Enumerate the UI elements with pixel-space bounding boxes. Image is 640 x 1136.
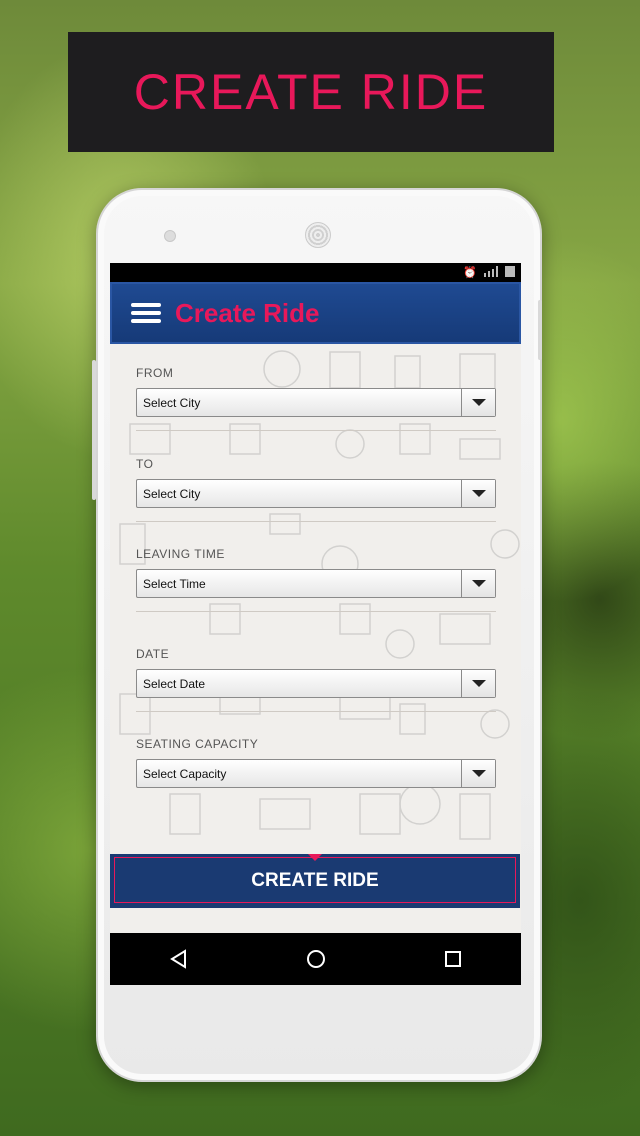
dropdown-arrow-icon[interactable] (461, 760, 495, 787)
divider (136, 430, 496, 431)
leaving-time-select[interactable]: Select Time (136, 569, 496, 598)
date-select-value: Select Date (143, 677, 206, 691)
from-label: FROM (136, 366, 174, 380)
seating-capacity-label: SEATING CAPACITY (136, 737, 259, 751)
power-button (538, 300, 542, 360)
leaving-time-field: LEAVING TIME Select Time (136, 547, 496, 598)
back-icon[interactable] (159, 939, 199, 979)
from-field: FROM Select City (136, 366, 496, 417)
app-bar: Create Ride (110, 282, 521, 344)
dropdown-arrow-icon[interactable] (461, 670, 495, 697)
create-ride-button[interactable]: CREATE RIDE (110, 854, 520, 908)
battery-icon (505, 265, 515, 280)
seating-capacity-field: SEATING CAPACITY Select Capacity (136, 737, 496, 788)
recents-icon[interactable] (433, 939, 473, 979)
to-select-value: Select City (143, 487, 201, 501)
divider (136, 611, 496, 612)
home-icon[interactable] (296, 939, 336, 979)
banner-title: CREATE RIDE (133, 64, 489, 120)
to-label: TO (136, 457, 154, 471)
date-label: DATE (136, 647, 170, 661)
from-select-value: Select City (143, 396, 201, 410)
date-select[interactable]: Select Date (136, 669, 496, 698)
seating-capacity-select[interactable]: Select Capacity (136, 759, 496, 788)
button-indicator (308, 854, 322, 861)
ride-form: FROM Select City TO Select City LEAVING … (110, 344, 521, 854)
volume-button (92, 360, 96, 500)
date-field: DATE Select Date (136, 647, 496, 698)
alarm-icon: ⏰ (463, 267, 477, 279)
to-field: TO Select City (136, 457, 496, 508)
navigation-bar (110, 933, 521, 985)
leaving-time-select-value: Select Time (143, 577, 206, 591)
divider (136, 521, 496, 522)
create-ride-button-label: CREATE RIDE (251, 870, 379, 891)
menu-icon[interactable] (131, 303, 161, 323)
leaving-time-label: LEAVING TIME (136, 547, 225, 561)
promo-banner: CREATE RIDE (68, 32, 554, 152)
dropdown-arrow-icon[interactable] (461, 570, 495, 597)
status-bar: ⏰ (110, 263, 521, 282)
to-city-select[interactable]: Select City (136, 479, 496, 508)
front-camera (164, 230, 176, 242)
dropdown-arrow-icon[interactable] (461, 480, 495, 507)
phone-screen: ⏰ Create Ride FROM Select City TO Select… (110, 263, 521, 985)
signal-icon (483, 265, 499, 280)
earpiece-speaker (305, 222, 331, 248)
divider (136, 711, 496, 712)
from-city-select[interactable]: Select City (136, 388, 496, 417)
dropdown-arrow-icon[interactable] (461, 389, 495, 416)
page-title: Create Ride (175, 297, 320, 328)
seating-capacity-select-value: Select Capacity (143, 767, 227, 781)
